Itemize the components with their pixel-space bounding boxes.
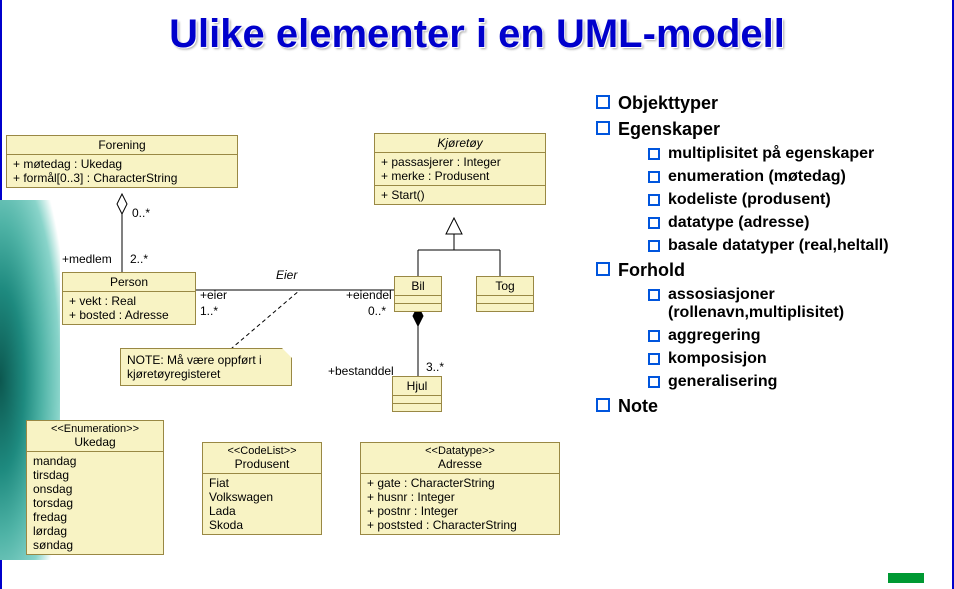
square-bullet-icon: [648, 194, 660, 206]
multiplicity-label: 0..*: [132, 206, 150, 220]
bullet-text: aggregering: [668, 327, 760, 345]
multiplicity-label: 1..*: [200, 304, 218, 318]
enum-value: tirsdag: [33, 468, 157, 482]
enum-value: søndag: [33, 538, 157, 552]
class-tog: Tog: [476, 276, 534, 312]
bullet-objekttyper: Objekttyper: [596, 93, 948, 114]
attr: + bosted : Adresse: [69, 308, 189, 322]
class-name: Hjul: [393, 377, 441, 395]
class-name: Kjøretøy: [375, 134, 545, 152]
attr: + formål[0..3] : CharacterString: [13, 171, 231, 185]
class-hjul: Hjul: [392, 376, 442, 412]
class-name: Forening: [7, 136, 237, 154]
bullet-text: Egenskaper: [618, 119, 720, 140]
operation: + Start(): [381, 188, 539, 202]
multiplicity-label: 3..*: [426, 360, 444, 374]
attr: + merke : Produsent: [381, 169, 539, 183]
uml-diagram: Forening + møtedag : Ukedag + formål[0..…: [0, 120, 590, 580]
square-bullet-icon: [648, 353, 660, 365]
attr: + vekt : Real: [69, 294, 189, 308]
attr: + møtedag : Ukedag: [13, 157, 231, 171]
role-label: +eier: [200, 288, 227, 302]
codelist-produsent: <<CodeList>> Produsent Fiat Volkswagen L…: [202, 442, 322, 535]
multiplicity-label: 0..*: [368, 304, 386, 318]
bullet-list: Objekttyper Egenskaper multiplisitet på …: [596, 88, 948, 422]
square-bullet-icon: [596, 398, 610, 412]
bullet-sub: enumeration (møtedag): [648, 168, 948, 186]
bullet-sub: multiplisitet på egenskaper: [648, 145, 948, 163]
class-name: Ukedag: [33, 435, 157, 449]
attr: + husnr : Integer: [367, 490, 553, 504]
class-bil: Bil: [394, 276, 442, 312]
codelist-value: Skoda: [209, 518, 315, 532]
square-bullet-icon: [648, 148, 660, 160]
square-bullet-icon: [648, 171, 660, 183]
bullet-egenskaper: Egenskaper: [596, 119, 948, 140]
class-name: Bil: [395, 277, 441, 295]
attr: + postnr : Integer: [367, 504, 553, 518]
codelist-value: Lada: [209, 504, 315, 518]
square-bullet-icon: [648, 217, 660, 229]
enum-value: mandag: [33, 454, 157, 468]
datatype-adresse: <<Datatype>> Adresse + gate : CharacterS…: [360, 442, 560, 535]
enum-ukedag: <<Enumeration>> Ukedag mandag tirsdag on…: [26, 420, 164, 555]
bullet-text: komposisjon: [668, 350, 767, 368]
class-name: Tog: [477, 277, 533, 295]
square-bullet-icon: [596, 262, 610, 276]
uml-note: NOTE: Må være oppført i kjøretøyregister…: [120, 348, 292, 386]
bullet-forhold: Forhold: [596, 260, 948, 281]
role-label: +bestanddel: [328, 364, 394, 378]
bullet-text: Note: [618, 396, 658, 417]
square-bullet-icon: [596, 95, 610, 109]
square-bullet-icon: [648, 376, 660, 388]
stereotype-label: <<CodeList>>: [209, 445, 315, 457]
square-bullet-icon: [596, 121, 610, 135]
bullet-sub: kodeliste (produsent): [648, 191, 948, 209]
bullet-text: kodeliste (produsent): [668, 191, 831, 209]
bullet-text: Forhold: [618, 260, 685, 281]
bullet-sub: generalisering: [648, 373, 948, 391]
square-bullet-icon: [648, 289, 660, 301]
stereotype-label: <<Datatype>>: [367, 445, 553, 457]
attr: + passasjerer : Integer: [381, 155, 539, 169]
enum-value: torsdag: [33, 496, 157, 510]
bullet-text: enumeration (møtedag): [668, 168, 846, 186]
bullet-text: generalisering: [668, 373, 777, 391]
bullet-text: basale datatyper (real,heltall): [668, 237, 889, 255]
enum-value: onsdag: [33, 482, 157, 496]
stereotype-label: <<Enumeration>>: [33, 423, 157, 435]
role-label: +medlem: [62, 252, 112, 266]
footer-accent-bar: [888, 573, 924, 583]
class-forening: Forening + møtedag : Ukedag + formål[0..…: [6, 135, 238, 188]
bullet-note: Note: [596, 396, 948, 417]
association-name: Eier: [276, 268, 297, 282]
note-text: NOTE: Må være oppført i kjøretøyregister…: [127, 353, 262, 381]
attr: + gate : CharacterString: [367, 476, 553, 490]
class-name: Adresse: [367, 457, 553, 471]
bullet-text: datatype (adresse): [668, 214, 809, 232]
bullet-sub: assosiasjoner (rollenavn,multiplisitet): [648, 286, 948, 322]
square-bullet-icon: [648, 330, 660, 342]
bullet-text: multiplisitet på egenskaper: [668, 145, 874, 163]
bullet-text: Objekttyper: [618, 93, 718, 114]
codelist-value: Volkswagen: [209, 490, 315, 504]
bullet-sub: komposisjon: [648, 350, 948, 368]
class-kjoretoy: Kjøretøy + passasjerer : Integer + merke…: [374, 133, 546, 205]
bullet-sub: datatype (adresse): [648, 214, 948, 232]
codelist-value: Fiat: [209, 476, 315, 490]
multiplicity-label: 2..*: [130, 252, 148, 266]
square-bullet-icon: [648, 240, 660, 252]
bullet-sub: aggregering: [648, 327, 948, 345]
class-name: Produsent: [209, 457, 315, 471]
bullet-sub: basale datatyper (real,heltall): [648, 237, 948, 255]
enum-value: lørdag: [33, 524, 157, 538]
enum-value: fredag: [33, 510, 157, 524]
class-name: Person: [63, 273, 195, 291]
class-person: Person + vekt : Real + bosted : Adresse: [62, 272, 196, 325]
role-label: +eiendel: [346, 288, 392, 302]
attr: + poststed : CharacterString: [367, 518, 553, 532]
bullet-text: assosiasjoner (rollenavn,multiplisitet): [668, 286, 948, 322]
slide-title: Ulike elementer i en UML-modell: [0, 12, 954, 57]
